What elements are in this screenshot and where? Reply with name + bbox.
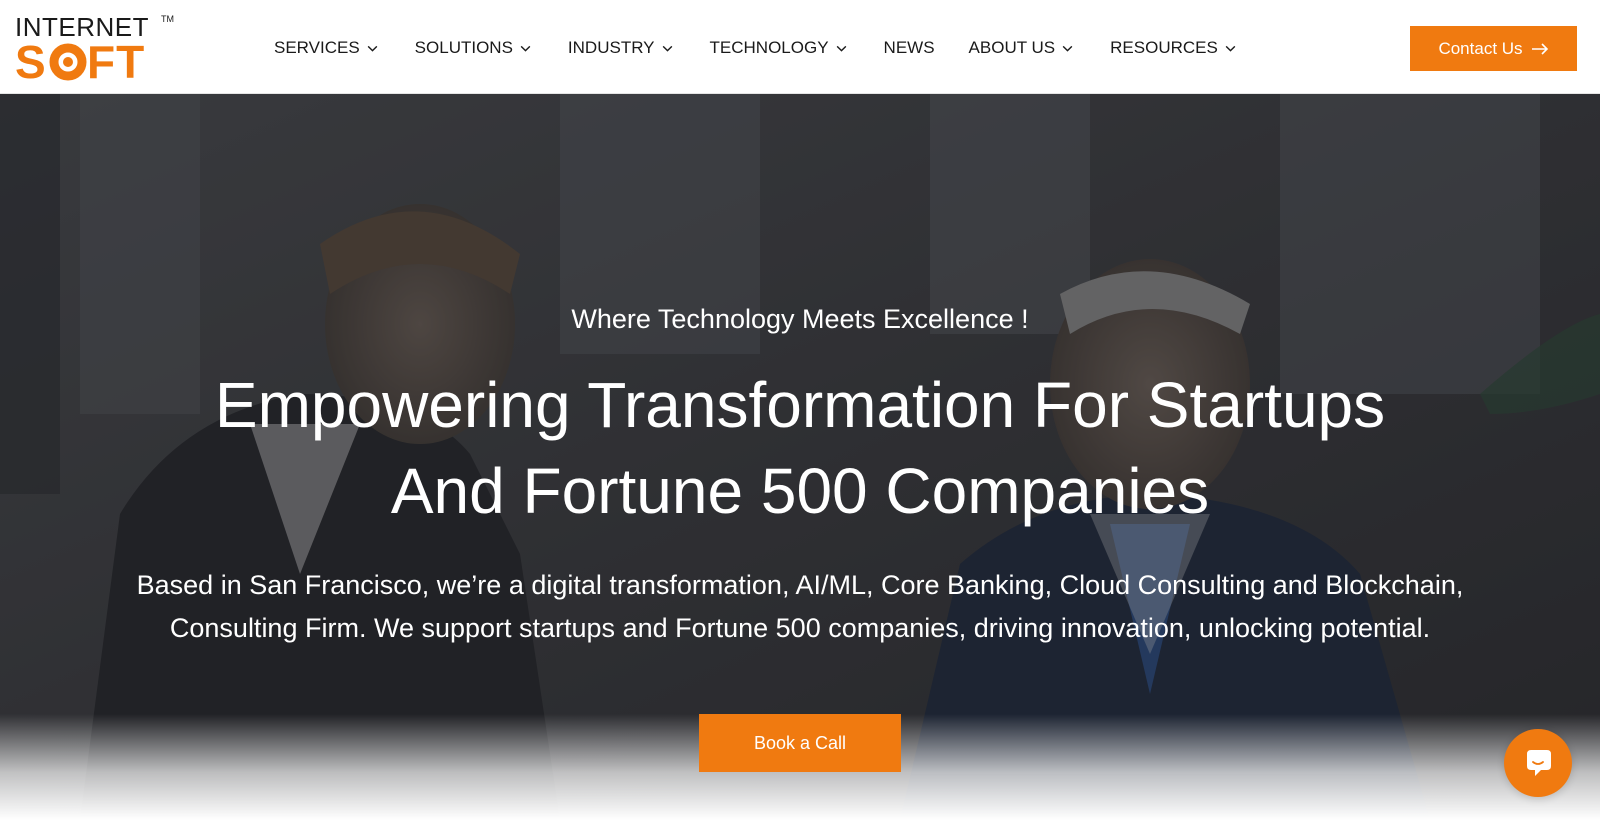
chevron-down-icon [1062, 45, 1073, 52]
nav-item-services[interactable]: SERVICES [274, 38, 379, 58]
hero-title-line1: Empowering Transformation For Startups [214, 369, 1386, 441]
hero-description: Based in San Francisco, we’re a digital … [80, 564, 1520, 650]
hero-title-line2: And Fortune 500 Companies [390, 455, 1210, 527]
book-a-call-button[interactable]: Book a Call [699, 714, 901, 772]
svg-text:FT: FT [87, 38, 145, 86]
internet-soft-logo[interactable]: INTERNET TM S FT [15, 12, 175, 88]
nav-item-label: SERVICES [274, 38, 360, 57]
chat-icon [1527, 750, 1551, 776]
svg-text:S: S [15, 38, 47, 86]
contact-us-button[interactable]: Contact Us [1410, 26, 1577, 71]
main-nav: SERVICES SOLUTIONS INDUSTRY TECHNOLOGY N… [274, 36, 1237, 60]
nav-item-technology[interactable]: TECHNOLOGY [710, 38, 848, 58]
nav-item-label: NEWS [883, 38, 935, 57]
nav-item-resources[interactable]: RESOURCES [1110, 38, 1237, 58]
nav-item-label: ABOUT US [968, 38, 1056, 57]
chat-widget-button[interactable] [1504, 729, 1572, 797]
logo-soft-wordmark: S FT [15, 36, 145, 88]
chevron-down-icon [1225, 45, 1236, 52]
hero-eyebrow: Where Technology Meets Excellence ! [571, 304, 1029, 334]
hero-title: Empowering Transformation For Startups A… [100, 362, 1500, 534]
chevron-down-icon [836, 45, 846, 52]
hero-description-line1: Based in San Francisco, we’re a digital … [136, 570, 1464, 600]
contact-us-label: Contact Us [1438, 38, 1523, 58]
nav-item-label: TECHNOLOGY [709, 38, 829, 57]
nav-item-label: INDUSTRY [567, 38, 655, 57]
nav-item-solutions[interactable]: SOLUTIONS [415, 38, 532, 58]
nav-item-label: RESOURCES [1110, 38, 1218, 57]
nav-item-news[interactable]: NEWS [884, 38, 935, 58]
chevron-down-icon [367, 45, 378, 52]
logo-trademark: TM [161, 14, 174, 24]
nav-item-label: SOLUTIONS [414, 38, 513, 57]
hero-section: Where Technology Meets Excellence ! Empo… [0, 94, 1600, 820]
site-header: INTERNET TM S FT SERVICES SOLUTIONS INDU… [0, 0, 1600, 94]
arrow-right-icon [1531, 42, 1548, 55]
nav-item-about-us[interactable]: ABOUT US [969, 38, 1075, 58]
logo-line2: S FT [15, 36, 163, 96]
chevron-down-icon [662, 45, 672, 52]
hero-description-line2: Consulting Firm. We support startups and… [169, 613, 1431, 643]
nav-item-industry[interactable]: INDUSTRY [568, 38, 674, 58]
chevron-down-icon [520, 45, 531, 52]
